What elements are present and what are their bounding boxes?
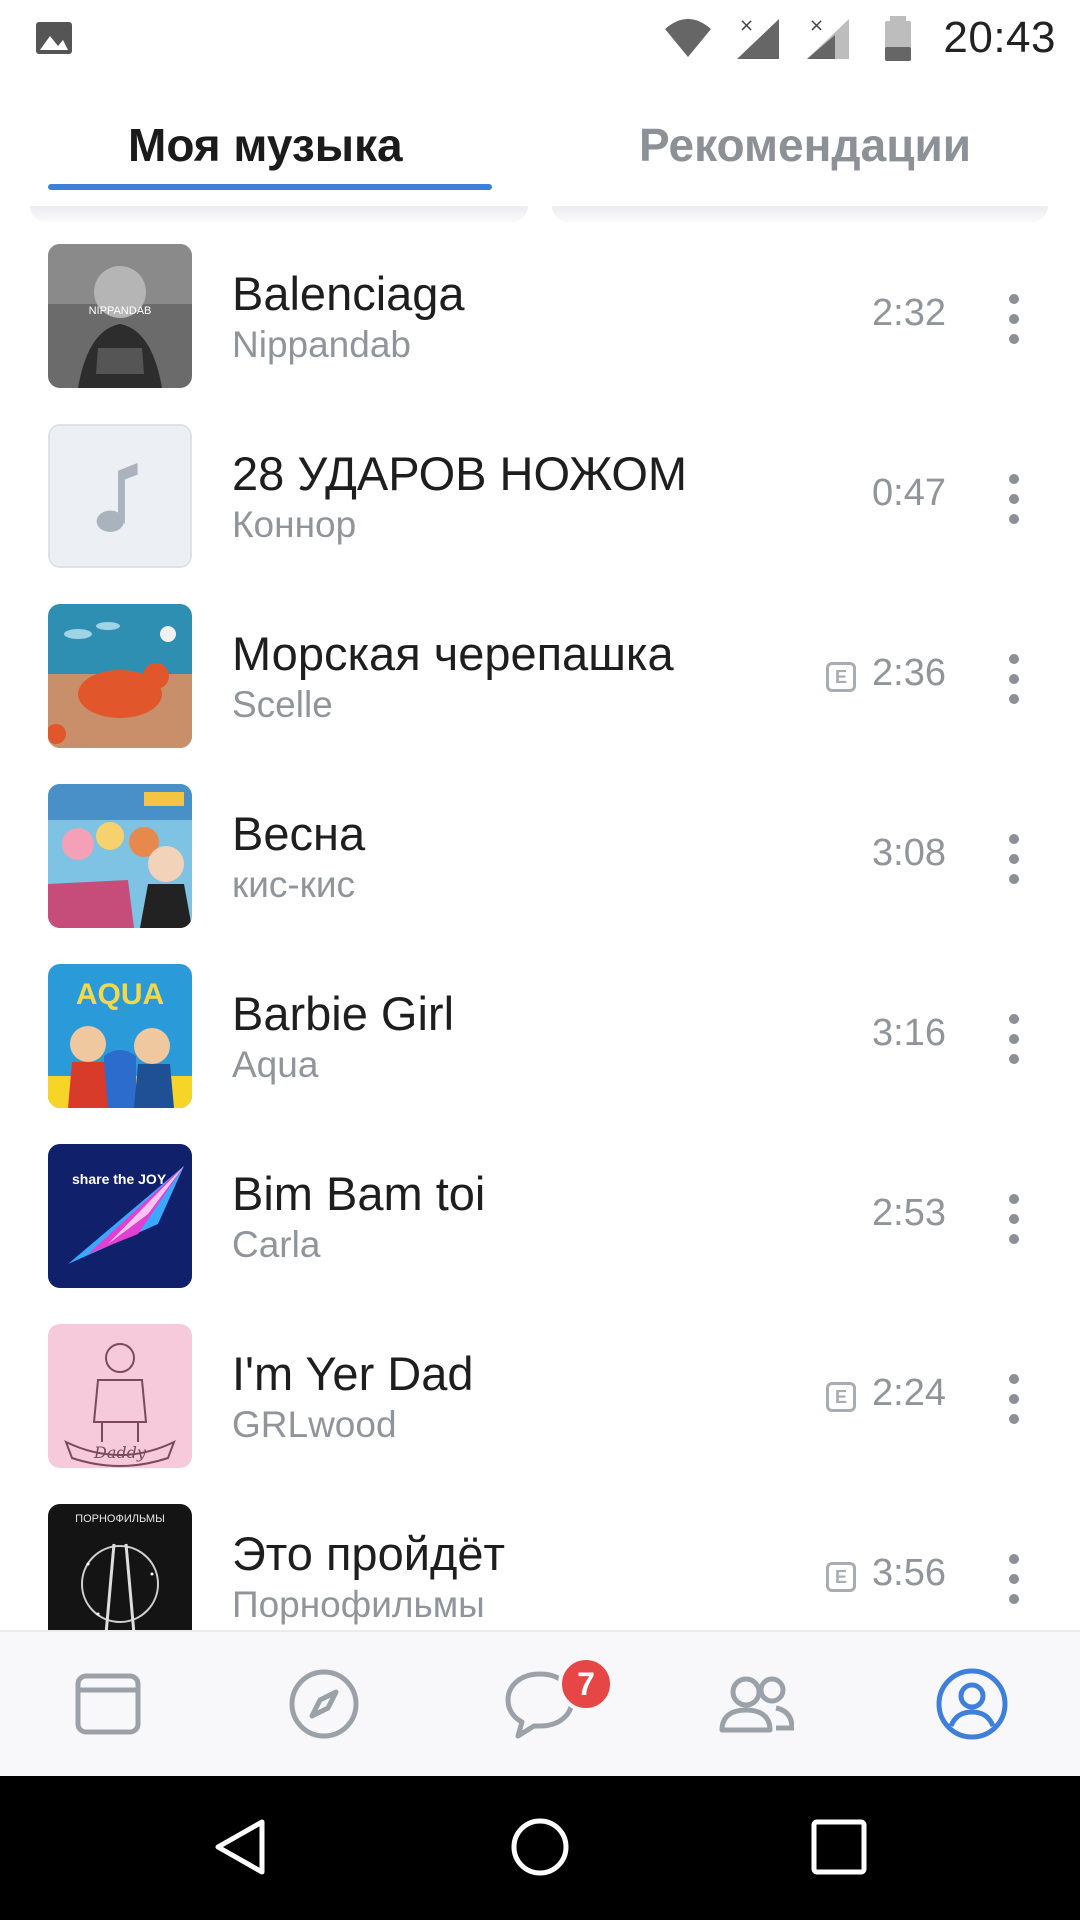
track-row[interactable]: ПОРНОФИЛЬМЫ Это пройдёт Порнофильмы E 3:…	[0, 1500, 1080, 1630]
recents-icon[interactable]	[806, 1814, 872, 1880]
track-artist: Nippandab	[232, 324, 411, 365]
unread-messages-badge: 7	[558, 1656, 614, 1712]
signal-icon: ×	[737, 15, 780, 59]
track-title: Весна	[232, 807, 366, 860]
album-cover: share the JOY	[48, 1144, 192, 1288]
active-tab-indicator	[48, 184, 492, 190]
track-title: Это пройдёт	[232, 1527, 506, 1580]
track-title: Barbie Girl	[232, 987, 455, 1040]
cover-text: ПОРНОФИЛЬМЫ	[75, 1513, 165, 1525]
tab-my-music[interactable]: Моя музыка	[128, 118, 403, 172]
more-options-icon[interactable]	[994, 654, 1034, 704]
track-duration: 0:47	[872, 472, 946, 514]
track-duration: 3:16	[872, 1012, 946, 1054]
track-row[interactable]: share the JOY Bim Bam toi Carla 2:53	[0, 1140, 1080, 1320]
battery-icon	[885, 16, 912, 61]
more-options-icon[interactable]	[994, 294, 1034, 344]
track-artist: кис-кис	[232, 864, 356, 905]
track-duration: 2:53	[872, 1192, 946, 1234]
track-artist: Scelle	[232, 684, 333, 725]
track-row[interactable]: Daddy I'm Yer Dad GRLwood E 2:24	[0, 1320, 1080, 1500]
explore-icon[interactable]	[286, 1666, 362, 1742]
news-icon[interactable]	[70, 1666, 146, 1742]
profile-icon[interactable]	[934, 1666, 1010, 1742]
friends-icon[interactable]	[718, 1666, 794, 1742]
track-title: I'm Yer Dad	[232, 1347, 474, 1400]
track-artist: Aqua	[232, 1044, 319, 1085]
card-edge	[30, 206, 528, 222]
more-options-icon[interactable]	[994, 474, 1034, 524]
track-row[interactable]: 28 УДАРОВ НОЖОМ Коннор 0:47	[0, 420, 1080, 600]
music-note-icon	[96, 462, 138, 532]
system-navigation-bar	[0, 1776, 1080, 1920]
album-cover-placeholder	[48, 424, 192, 568]
back-icon[interactable]	[208, 1814, 274, 1880]
cover-text: Daddy	[93, 1443, 147, 1462]
track-title: 28 УДАРОВ НОЖОМ	[232, 447, 688, 500]
music-tabs: Моя музыка Рекомендации	[0, 76, 1080, 206]
track-artist: Carla	[232, 1224, 321, 1265]
track-duration: 2:36	[872, 652, 946, 694]
signal-icon-2: ×	[807, 15, 850, 59]
track-row[interactable]: NIPPANDAB Balenciaga Nippandab 2:32	[0, 240, 1080, 420]
track-artist: Порнофильмы	[232, 1584, 485, 1625]
track-row[interactable]: Морская черепашка Scelle E 2:36	[0, 600, 1080, 780]
clock: 20:43	[943, 13, 1056, 62]
track-duration: 3:08	[872, 832, 946, 874]
more-options-icon[interactable]	[994, 1194, 1034, 1244]
bottom-navigation: 7	[0, 1630, 1080, 1776]
status-bar: × × 20:43	[0, 0, 1080, 76]
gallery-notification-icon	[36, 22, 72, 54]
track-row[interactable]: Весна кис-кис 3:08	[0, 780, 1080, 960]
wifi-icon	[665, 19, 712, 57]
cover-text: NIPPANDAB	[89, 305, 152, 317]
explicit-badge-icon: E	[826, 1562, 856, 1592]
track-duration: 2:24	[872, 1372, 946, 1414]
track-duration: 3:56	[872, 1552, 946, 1594]
vk-music-screen: × × 20:43 Моя музыка Рекомендации NIPPAN…	[0, 0, 1080, 1920]
album-cover	[48, 604, 192, 748]
track-title: Balenciaga	[232, 267, 465, 320]
more-options-icon[interactable]	[994, 1554, 1034, 1604]
more-options-icon[interactable]	[994, 1374, 1034, 1424]
album-cover: ПОРНОФИЛЬМЫ	[48, 1504, 192, 1630]
more-options-icon[interactable]	[994, 834, 1034, 884]
explicit-badge-icon: E	[826, 1382, 856, 1412]
svg-text:×: ×	[809, 15, 824, 36]
album-cover: AQUA	[48, 964, 192, 1108]
explicit-badge-icon: E	[826, 662, 856, 692]
track-artist: Коннор	[232, 504, 357, 545]
more-options-icon[interactable]	[994, 1014, 1034, 1064]
album-cover	[48, 784, 192, 928]
track-title: Морская черепашка	[232, 627, 674, 680]
track-title: Bim Bam toi	[232, 1167, 486, 1220]
svg-text:×: ×	[739, 15, 754, 36]
track-list: NIPPANDAB Balenciaga Nippandab 2:32 28 У…	[0, 240, 1080, 1630]
cover-text: AQUA	[76, 978, 164, 1011]
track-duration: 2:32	[872, 292, 946, 334]
tab-recommendations[interactable]: Рекомендации	[639, 118, 971, 172]
track-row[interactable]: AQUA Barbie Girl Aqua 3:16	[0, 960, 1080, 1140]
cover-text: share the JOY	[72, 1171, 167, 1187]
card-edge	[552, 206, 1048, 222]
home-icon[interactable]	[507, 1814, 573, 1880]
album-cover: Daddy	[48, 1324, 192, 1468]
track-artist: GRLwood	[232, 1404, 397, 1445]
album-cover: NIPPANDAB	[48, 244, 192, 388]
